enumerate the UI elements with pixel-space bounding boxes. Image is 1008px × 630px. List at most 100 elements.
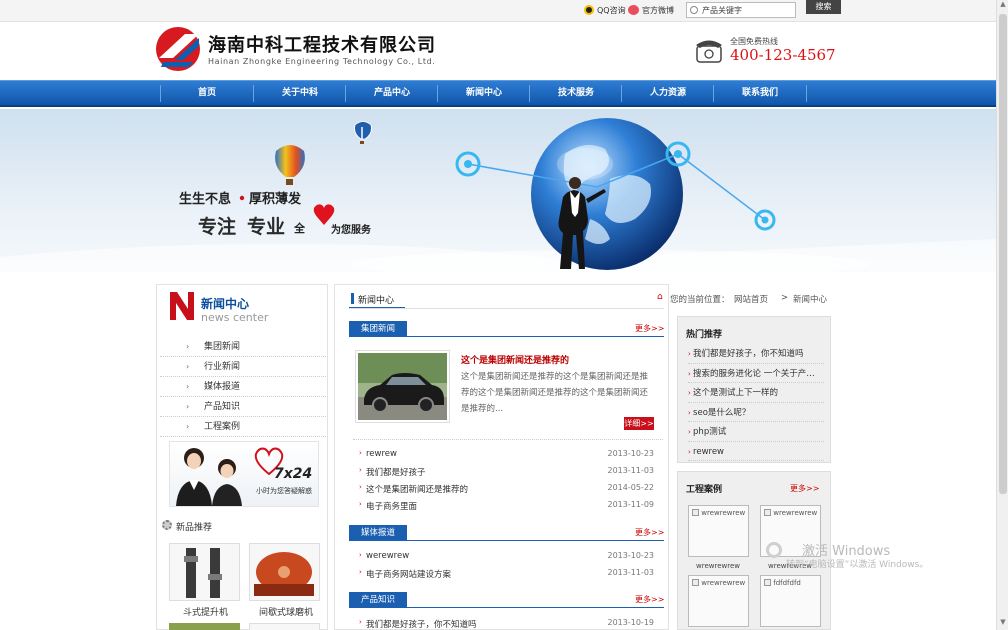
home-icon: ⌂: [657, 292, 663, 302]
nav-item-tech[interactable]: 技术服务: [530, 81, 622, 106]
product-thumb-1[interactable]: [169, 543, 240, 601]
list-item[interactable]: › 这个是集团新闻还是推荐的 2014-05-22: [355, 481, 660, 498]
scroll-up-icon[interactable]: ▲: [997, 0, 1008, 12]
nav-item-news[interactable]: 新闻中心: [438, 81, 530, 106]
hero-banner: 生生不息 厚积薄发 专注 专业 全 为您服务: [0, 109, 996, 272]
more-link-group-news[interactable]: 更多>>: [635, 323, 664, 334]
right-sidebar: 热门推荐 › 我们都是好孩子，你不知道吗 › 搜索的服务进化论 一个关于产… ›…: [677, 316, 831, 630]
qq-icon[interactable]: [584, 5, 594, 15]
weibo-link[interactable]: 官方微博: [642, 5, 674, 16]
nav-item-home[interactable]: 首页: [161, 81, 253, 106]
breadcrumb-home[interactable]: 网站首页: [734, 293, 768, 305]
list-item[interactable]: › 搜索的服务进化论 一个关于产…: [688, 364, 824, 383]
breadcrumb: ⌂ 您的当前位置： 网站首页 > 新闻中心: [657, 292, 837, 305]
broken-image-icon: [764, 579, 771, 586]
list-item[interactable]: › 电子商务网站建设方案 2013-11-03: [355, 566, 660, 583]
service-banner[interactable]: 7x24 小时为您答疑解惑: [169, 441, 319, 507]
scrollbar-thumb[interactable]: [999, 14, 1007, 494]
case-image-alt: wrewrewrew: [701, 509, 746, 517]
scroll-down-icon[interactable]: ▼: [997, 618, 1008, 630]
list-item-text: 搜索的服务进化论 一个关于产…: [693, 368, 815, 379]
list-item[interactable]: › 我们都是好孩子，你不知道吗 2013-10-19: [355, 616, 660, 630]
hot-recommend-box: 热门推荐 › 我们都是好孩子，你不知道吗 › 搜索的服务进化论 一个关于产… ›…: [677, 316, 831, 463]
sidebar-item-cases[interactable]: › 工程案例: [160, 417, 326, 437]
case-image-alt: fdfdfdfd: [773, 579, 801, 587]
case-caption-1[interactable]: wrewrewrew: [696, 562, 740, 570]
company-name-cn: 海南中科工程技术有限公司: [208, 35, 436, 56]
list-item[interactable]: › 我们都是好孩子 2013-11-03: [355, 464, 660, 481]
case-thumb-1[interactable]: wrewrewrew: [688, 505, 749, 557]
list-item-text: 这个是测试上下一样的: [693, 388, 779, 398]
list-item-date: 2013-11-03: [607, 466, 655, 475]
list-item-date: 2013-10-23: [607, 551, 655, 560]
list-item[interactable]: › rewrew 2013-10-23: [355, 447, 660, 464]
sidebar-item-media[interactable]: › 媒体报道: [160, 377, 326, 397]
weibo-icon[interactable]: [628, 5, 639, 15]
list-item[interactable]: › rewrew: [688, 442, 824, 461]
nav-item-about[interactable]: 关于中科: [254, 81, 346, 106]
search-input[interactable]: 产品关键字: [702, 5, 742, 16]
case-thumb-4[interactable]: fdfdfdfd: [760, 575, 821, 627]
slogan-part1: 生生不息: [179, 192, 232, 207]
search-button[interactable]: 搜索: [806, 0, 841, 14]
featured-news-image[interactable]: [355, 350, 450, 423]
sidebar-item-product-knowledge[interactable]: › 产品知识: [160, 397, 326, 417]
broken-image-icon: [692, 509, 699, 516]
more-link-media[interactable]: 更多>>: [635, 527, 664, 538]
sidebar-item-label: 集团新闻: [204, 342, 241, 352]
new-products-title: 新品推荐: [176, 523, 213, 533]
section-title-group-news[interactable]: 集团新闻: [349, 321, 408, 337]
more-link-product-knowledge[interactable]: 更多>>: [635, 594, 664, 605]
product-label-2[interactable]: 间歇式球磨机: [259, 605, 313, 618]
main-tab[interactable]: 新闻中心: [358, 293, 394, 306]
sidebar-item-industry-news[interactable]: › 行业新闻: [160, 357, 326, 377]
slogan-professional: 专业: [247, 216, 286, 238]
list-item[interactable]: › seo是什么呢？: [688, 403, 824, 422]
list-item-text: rewrew: [693, 446, 725, 457]
main-divider: [349, 308, 664, 309]
chevron-right-icon: ›: [186, 382, 190, 391]
search-box[interactable]: 产品关键字: [686, 2, 796, 18]
nav-item-hr[interactable]: 人力资源: [622, 81, 714, 106]
featured-news-title[interactable]: 这个是集团新闻还是推荐的: [461, 353, 569, 366]
list-item[interactable]: › 电子商务里面 2013-11-09: [355, 498, 660, 515]
list-item[interactable]: › werewrew 2013-10-23: [355, 549, 660, 566]
sidebar-item-group-news[interactable]: › 集团新闻: [160, 337, 326, 357]
section-title-product-knowledge[interactable]: 产品知识: [349, 592, 408, 608]
news-n-icon: [170, 292, 194, 320]
case-thumb-3[interactable]: wrewrewrew: [688, 575, 749, 627]
product-thumb-3[interactable]: [169, 623, 240, 630]
page-scrollbar[interactable]: ▲ ▼: [996, 0, 1008, 630]
sidebar-item-label: 行业新闻: [204, 362, 241, 372]
sidebar-item-label: 工程案例: [204, 422, 241, 432]
news-list-media: › werewrew 2013-10-23 › 电子商务网站建设方案 2013-11-0…: [355, 549, 660, 583]
list-item[interactable]: › php测试: [688, 422, 824, 442]
chevron-right-icon: ›: [186, 362, 190, 371]
section-rule: [349, 336, 664, 337]
list-item-text: 我们都是好孩子: [366, 468, 426, 478]
cases-more-link[interactable]: 更多>>: [790, 483, 819, 494]
company-logo-icon[interactable]: [155, 26, 203, 72]
product-thumb-4[interactable]: [249, 623, 320, 630]
section-title-media[interactable]: 媒体报道: [349, 525, 408, 541]
product-thumb-2[interactable]: [249, 543, 320, 601]
main-tab-marker: [351, 293, 354, 304]
nav-item-contact[interactable]: 联系我们: [714, 81, 806, 106]
bucket-elevator-image: [184, 548, 222, 598]
broken-image-icon: [692, 579, 699, 586]
hotline-number: 400-123-4567: [730, 46, 836, 64]
main-content: 新闻中心 集团新闻 更多>> 这个是集团新闻还是推荐的 这个是集团新闻还是推荐的…: [334, 284, 669, 630]
product-label-1[interactable]: 斗式提升机: [183, 605, 228, 618]
list-item-date: 2013-11-09: [607, 500, 655, 509]
list-item-text: 我们都是好孩子，你不知道吗: [366, 620, 477, 630]
slogan-part2: 厚积薄发: [249, 192, 302, 207]
qq-link[interactable]: QQ咨询: [597, 5, 626, 16]
nav-item-products[interactable]: 产品中心: [346, 81, 438, 106]
section-rule: [349, 540, 664, 541]
arrow-icon: ›: [359, 551, 362, 559]
list-item[interactable]: › 这个是测试上下一样的: [688, 383, 824, 403]
list-item[interactable]: › 我们都是好孩子，你不知道吗: [688, 344, 824, 364]
cases-title: 工程案例: [686, 485, 723, 495]
list-item-text: 电子商务里面: [366, 502, 418, 512]
featured-detail-button[interactable]: 详细>>: [624, 417, 654, 430]
